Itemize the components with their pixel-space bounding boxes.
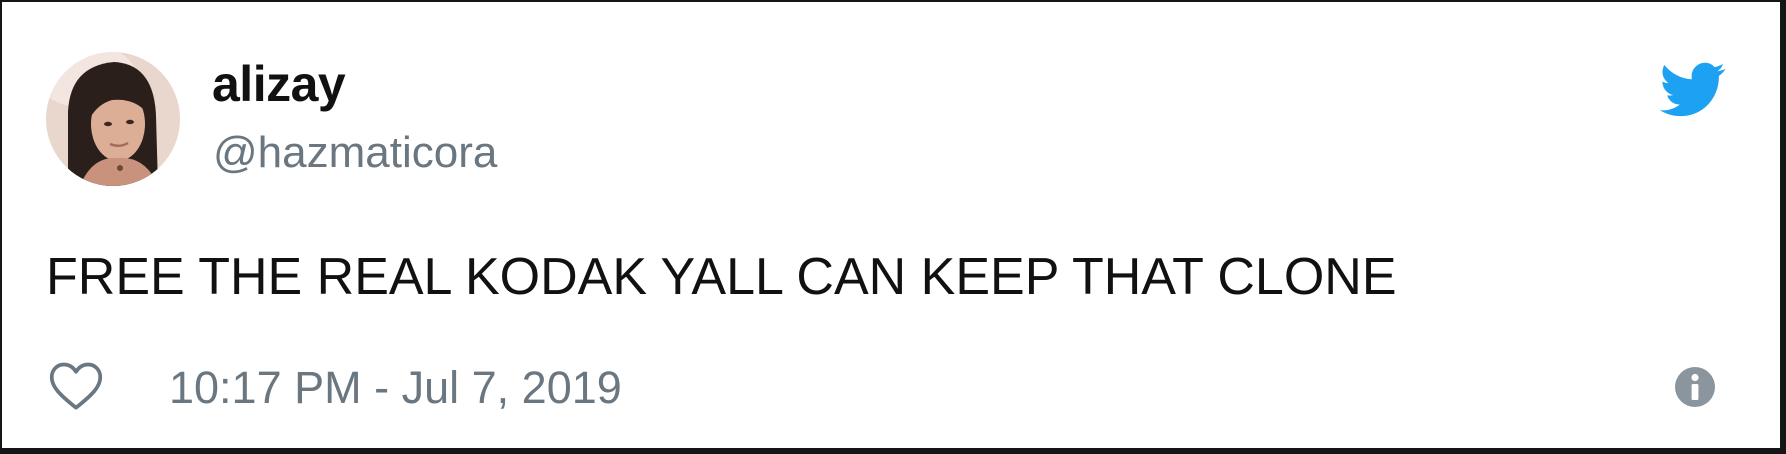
author-handle[interactable]: @hazmaticora — [213, 126, 497, 180]
tweet-card: alizay @hazmaticora FREE THE REAL KODAK … — [2, 2, 1780, 448]
twitter-bird-icon[interactable] — [1659, 62, 1726, 118]
tweet-timestamp[interactable]: 10:17 PM - Jul 7, 2019 — [169, 360, 622, 416]
heart-outline-icon[interactable] — [48, 360, 104, 412]
avatar[interactable] — [46, 52, 180, 186]
info-icon[interactable] — [1674, 366, 1716, 408]
profile-photo-icon — [46, 52, 180, 186]
tweet-text: FREE THE REAL KODAK YALL CAN KEEP THAT C… — [46, 248, 1397, 306]
author-display-name[interactable]: alizay — [212, 54, 346, 114]
